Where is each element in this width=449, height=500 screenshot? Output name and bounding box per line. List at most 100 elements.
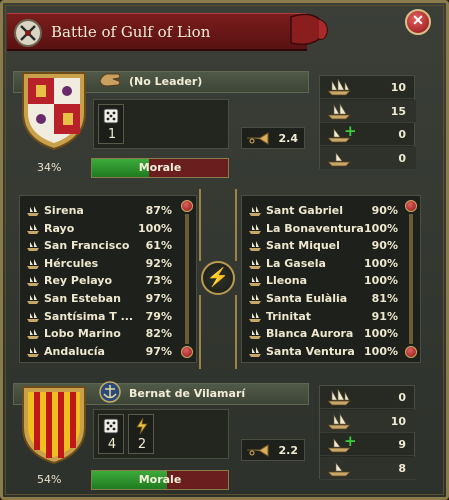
- ship-unit-row[interactable]: San Francisco 61%: [24, 237, 176, 255]
- unit-strength: 73%: [145, 274, 172, 288]
- defender-dice-modifier: 2: [137, 437, 147, 452]
- scrollbar[interactable]: [180, 200, 194, 358]
- ship-icon: [27, 294, 39, 304]
- ship-unit-row[interactable]: Lobo Marino 82%: [24, 325, 176, 343]
- ship-unit-row[interactable]: Sant Miquel 90%: [246, 237, 400, 255]
- ship-icon: [249, 276, 261, 287]
- defender-unit-list[interactable]: Sant Gabriel 90% La Bonaventura 100% Sant Mi…: [241, 195, 421, 363]
- unit-name: Santa Ventura: [266, 344, 355, 358]
- close-icon[interactable]: ✕: [405, 9, 431, 35]
- defender-leader-name[interactable]: Bernat de Vilamarí: [129, 387, 245, 400]
- attacker-morale-percent: 34%: [37, 161, 62, 174]
- unit-strength: 61%: [145, 239, 172, 253]
- ship-unit-row[interactable]: La Bonaventura 100%: [246, 220, 400, 238]
- ship-count-row: 0: [320, 146, 416, 170]
- defender-ship-panel: 0 10 +9 8: [319, 385, 416, 480]
- ship-unit-row[interactable]: Sirena 87%: [24, 202, 176, 220]
- unit-strength: 97%: [145, 344, 172, 358]
- unit-name: Sant Miquel: [266, 239, 340, 253]
- ship-unit-row[interactable]: La Gasela 100%: [246, 255, 400, 273]
- dice-cell: 1: [98, 104, 124, 144]
- scroll-down-icon[interactable]: [405, 346, 417, 358]
- unit-strength: 82%: [145, 327, 172, 341]
- unit-strength: 100%: [364, 256, 398, 270]
- plus-icon: +: [344, 432, 357, 450]
- ship-unit-row[interactable]: Blanca Aurora 100%: [246, 325, 400, 343]
- plus-icon: +: [344, 122, 357, 140]
- unit-strength: 100%: [138, 221, 172, 235]
- unit-name: Lleona: [266, 274, 308, 288]
- unit-name: Santa Eulàlia: [266, 292, 348, 305]
- ship-unit-row[interactable]: Santa Ventura 100%: [246, 343, 400, 361]
- attacker-ship-panel: 10 15 +0 0: [319, 75, 416, 170]
- battle-window: Battle of Gulf of Lion ✕ (No Leader) 1 2…: [0, 0, 449, 500]
- attacker-leader-name[interactable]: (No Leader): [129, 75, 202, 88]
- ship-count: 0: [398, 151, 406, 165]
- unit-strength: 90%: [371, 204, 398, 217]
- defender-discipline-box: 2.2: [241, 439, 305, 461]
- ship-unit-row[interactable]: Rey Pelayo 73%: [24, 272, 176, 290]
- aragon-shield-icon: [22, 386, 86, 465]
- defender-discipline: 2.2: [278, 444, 299, 457]
- ship-count: 15: [390, 104, 406, 118]
- unit-name: Rey Pelayo: [44, 274, 113, 288]
- transport-icon: [327, 151, 351, 166]
- ship-unit-row[interactable]: Trinitat 91%: [246, 308, 400, 326]
- unit-strength: 90%: [371, 239, 398, 253]
- ship-unit-row[interactable]: Santa Eulàlia 81%: [246, 290, 400, 308]
- battle-title: Battle of Gulf of Lion: [51, 23, 211, 41]
- transport-icon: [327, 461, 351, 476]
- defender-dice-roll: 4: [107, 437, 117, 452]
- dice-cell: 4: [98, 414, 124, 454]
- ship-count: 0: [398, 391, 406, 404]
- divider: [235, 189, 237, 261]
- attacker-morale-label: Morale: [138, 161, 182, 174]
- ship-count-row: 10: [320, 76, 416, 99]
- unit-strength: 100%: [364, 344, 398, 358]
- ship-icon: [249, 258, 261, 269]
- ship-count: 10: [390, 81, 406, 94]
- ship-unit-row[interactable]: Lleona 100%: [246, 272, 400, 290]
- defender-dice-panel: 4 2: [93, 409, 229, 459]
- ship-icon: [27, 223, 39, 234]
- ship-count-row: +0: [320, 122, 416, 146]
- heavy-ship-icon: [327, 78, 351, 96]
- ship-icon: [249, 346, 261, 357]
- defender-morale-bar: Morale: [91, 470, 229, 490]
- modifier-cell: 2: [128, 414, 154, 454]
- ship-icon: [249, 329, 261, 340]
- light-ship-icon: [327, 412, 351, 429]
- unit-name: La Gasela: [266, 256, 326, 270]
- unit-name: Santísima T ...: [44, 309, 134, 323]
- light-ship-icon: [327, 102, 351, 119]
- ship-icon: [27, 258, 39, 269]
- scroll-up-icon[interactable]: [405, 200, 417, 212]
- ship-count-row: 15: [320, 99, 416, 123]
- scroll-down-icon[interactable]: [181, 346, 193, 358]
- attacker-discipline-box: 2.4: [241, 127, 305, 149]
- ship-count: 0: [398, 128, 406, 141]
- ship-unit-row[interactable]: Santísima T ... 79%: [24, 308, 176, 326]
- scrollbar[interactable]: [404, 200, 418, 358]
- unit-name: Blanca Aurora: [266, 327, 354, 341]
- unit-strength: 92%: [145, 256, 172, 270]
- ship-count-row: 8: [320, 456, 416, 480]
- unit-strength: 100%: [364, 221, 398, 235]
- ship-unit-row[interactable]: San Esteban 97%: [24, 290, 176, 308]
- ship-count: 8: [398, 461, 406, 475]
- ship-unit-row[interactable]: Hércules 92%: [24, 255, 176, 273]
- heavy-ship-icon: [327, 388, 351, 406]
- scroll-up-icon[interactable]: [181, 200, 193, 212]
- divider: [235, 295, 237, 369]
- ship-unit-row[interactable]: Sant Gabriel 90%: [246, 202, 400, 220]
- ship-unit-row[interactable]: Andalucía 97%: [24, 343, 176, 361]
- lightning-emblem-icon: ⚡: [201, 261, 235, 295]
- ship-unit-row[interactable]: Rayo 100%: [24, 220, 176, 238]
- attacker-unit-list[interactable]: Sirena 87% Rayo 100% San Francisco 61% Hércule…: [19, 195, 197, 363]
- castile-leon-shield-icon: [22, 72, 86, 151]
- defender-morale-label: Morale: [138, 473, 182, 486]
- leader-hand-icon: [99, 73, 121, 87]
- ship-count-row: 0: [320, 386, 416, 409]
- ship-icon: [27, 206, 39, 216]
- unit-name: Trinitat: [266, 309, 312, 323]
